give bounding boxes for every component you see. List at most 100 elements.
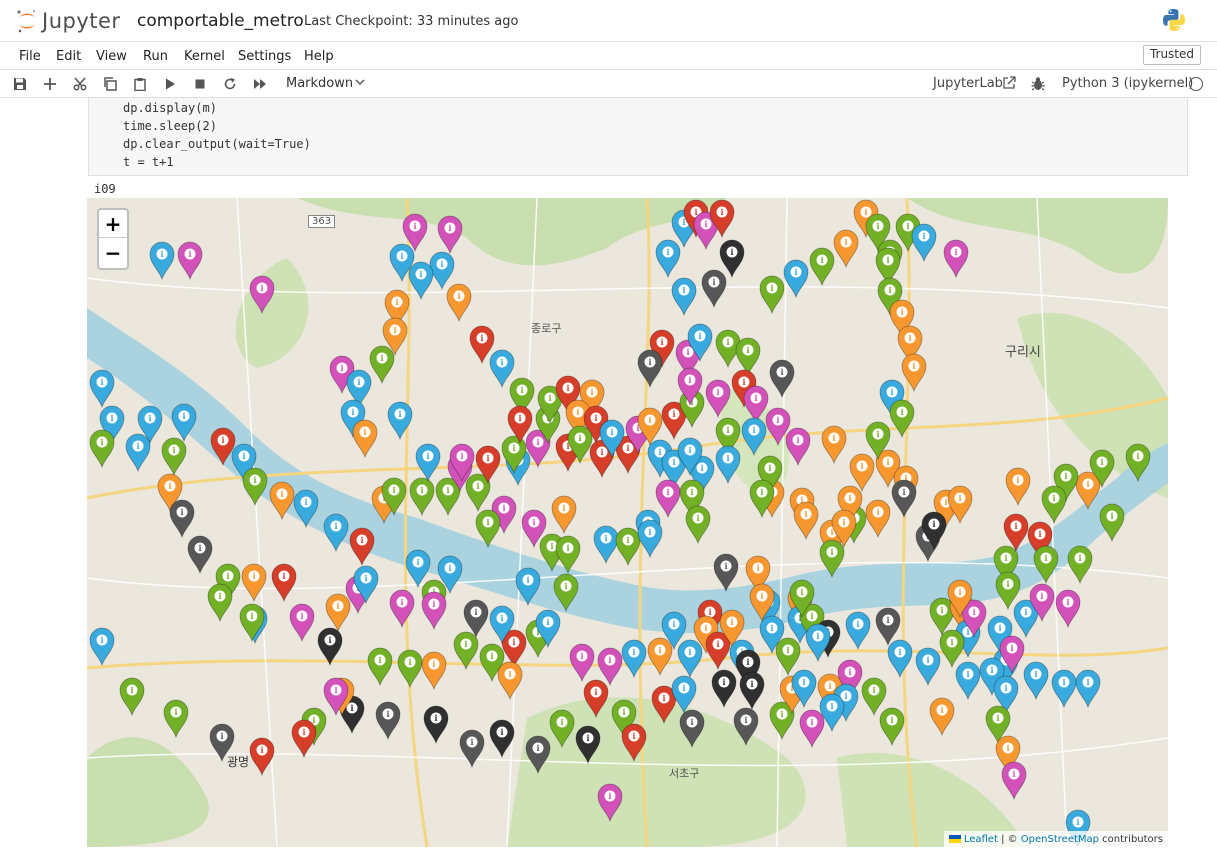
- map-marker[interactable]: i: [435, 214, 465, 254]
- map-marker[interactable]: i: [711, 552, 741, 592]
- map-marker[interactable]: i: [567, 642, 597, 682]
- map-marker[interactable]: i: [495, 660, 525, 700]
- map-marker[interactable]: i: [787, 578, 817, 618]
- map-marker[interactable]: i: [175, 240, 205, 280]
- code-cell[interactable]: dp.display(m) time.sleep(2) dp.clear_out…: [88, 98, 1188, 176]
- map-marker[interactable]: i: [487, 718, 517, 758]
- map-marker[interactable]: i: [783, 426, 813, 466]
- map-marker[interactable]: i: [843, 610, 873, 650]
- menu-edit[interactable]: Edit: [56, 49, 81, 64]
- map-marker[interactable]: i: [523, 734, 553, 774]
- external-link-icon[interactable]: [1002, 76, 1016, 90]
- map-marker[interactable]: i: [699, 268, 729, 308]
- map-marker[interactable]: i: [269, 562, 299, 602]
- map-marker[interactable]: i: [287, 602, 317, 642]
- map-marker[interactable]: i: [347, 526, 377, 566]
- map-marker[interactable]: i: [413, 442, 443, 482]
- map-marker[interactable]: i: [549, 494, 579, 534]
- map-marker[interactable]: i: [635, 348, 665, 388]
- map-marker[interactable]: i: [999, 760, 1029, 800]
- leaflet-map[interactable]: 구리시 363 광명 서초구 종로구 iiiiiiiiiiiiiiiiiiiii…: [87, 198, 1168, 847]
- map-marker[interactable]: i: [899, 352, 929, 392]
- trusted-badge[interactable]: Trusted: [1142, 45, 1201, 65]
- bug-icon[interactable]: [1031, 76, 1045, 92]
- paste-button[interactable]: [131, 75, 149, 93]
- map-marker[interactable]: i: [817, 692, 847, 732]
- map-marker[interactable]: i: [889, 478, 919, 518]
- run-all-button[interactable]: [251, 75, 269, 93]
- zoom-in-button[interactable]: +: [99, 210, 127, 238]
- cut-button[interactable]: [71, 75, 89, 93]
- menu-file[interactable]: File: [19, 49, 41, 64]
- map-marker[interactable]: i: [385, 400, 415, 440]
- map-marker[interactable]: i: [117, 676, 147, 716]
- menu-run[interactable]: Run: [143, 49, 168, 64]
- map-marker[interactable]: i: [205, 582, 235, 622]
- map-marker[interactable]: i: [747, 478, 777, 518]
- map-marker[interactable]: i: [365, 646, 395, 686]
- map-marker[interactable]: i: [1053, 588, 1083, 628]
- map-marker[interactable]: i: [945, 578, 975, 618]
- map-marker[interactable]: i: [807, 246, 837, 286]
- map-marker[interactable]: i: [185, 534, 215, 574]
- map-marker[interactable]: i: [707, 198, 737, 238]
- notebook-panel[interactable]: dp.display(m) time.sleep(2) dp.clear_out…: [0, 98, 1217, 855]
- jupyter-logo[interactable]: Jupyter: [16, 7, 121, 35]
- map-marker[interactable]: i: [419, 590, 449, 630]
- menu-help[interactable]: Help: [304, 49, 334, 64]
- map-marker[interactable]: i: [350, 418, 380, 458]
- map-marker[interactable]: i: [87, 368, 117, 408]
- map-marker[interactable]: i: [737, 670, 767, 710]
- map-marker[interactable]: i: [379, 476, 409, 516]
- map-marker[interactable]: i: [291, 488, 321, 528]
- map-marker[interactable]: i: [581, 678, 611, 718]
- map-marker[interactable]: i: [419, 650, 449, 690]
- stop-button[interactable]: [191, 75, 209, 93]
- map-marker[interactable]: i: [444, 282, 474, 322]
- map-marker[interactable]: i: [747, 582, 777, 622]
- map-marker[interactable]: i: [1123, 442, 1153, 482]
- openstreetmap-link[interactable]: OpenStreetMap: [1021, 834, 1099, 845]
- map-marker[interactable]: i: [675, 436, 705, 476]
- copy-button[interactable]: [101, 75, 119, 93]
- map-marker[interactable]: i: [123, 432, 153, 472]
- menu-kernel[interactable]: Kernel: [184, 49, 225, 64]
- map-marker[interactable]: i: [953, 660, 983, 700]
- map-marker[interactable]: i: [757, 274, 787, 314]
- map-marker[interactable]: i: [167, 498, 197, 538]
- cell-type-select[interactable]: Markdown: [286, 76, 353, 91]
- map-marker[interactable]: i: [1065, 544, 1095, 584]
- map-marker[interactable]: i: [247, 274, 277, 314]
- map-marker[interactable]: i: [683, 504, 713, 544]
- map-marker[interactable]: i: [877, 706, 907, 746]
- map-marker[interactable]: i: [873, 606, 903, 646]
- map-marker[interactable]: i: [573, 724, 603, 764]
- map-marker[interactable]: i: [791, 500, 821, 540]
- map-marker[interactable]: i: [731, 706, 761, 746]
- map-marker[interactable]: i: [767, 358, 797, 398]
- map-marker[interactable]: i: [1003, 466, 1033, 506]
- kernel-name[interactable]: Python 3 (ipykernel): [1062, 76, 1193, 91]
- menu-settings[interactable]: Settings: [238, 49, 291, 64]
- map-marker[interactable]: i: [473, 508, 503, 548]
- map-marker[interactable]: i: [161, 698, 191, 738]
- map-marker[interactable]: i: [315, 626, 345, 666]
- map-marker[interactable]: i: [457, 728, 487, 768]
- map-marker[interactable]: i: [829, 508, 859, 548]
- save-button[interactable]: [11, 75, 29, 93]
- map-marker[interactable]: i: [565, 424, 595, 464]
- jupyterlab-link[interactable]: JupyterLab: [933, 76, 1003, 91]
- leaflet-link[interactable]: Leaflet: [964, 834, 998, 845]
- map-marker[interactable]: i: [240, 466, 270, 506]
- run-button[interactable]: [161, 75, 179, 93]
- map-marker[interactable]: i: [619, 722, 649, 762]
- map-marker[interactable]: i: [159, 436, 189, 476]
- map-marker[interactable]: i: [595, 782, 625, 822]
- map-marker[interactable]: i: [533, 608, 563, 648]
- notebook-title[interactable]: comportable_metro: [137, 11, 304, 31]
- map-marker[interactable]: i: [819, 424, 849, 464]
- map-marker[interactable]: i: [551, 572, 581, 612]
- map-marker[interactable]: i: [373, 700, 403, 740]
- map-marker[interactable]: i: [147, 240, 177, 280]
- map-marker[interactable]: i: [553, 534, 583, 574]
